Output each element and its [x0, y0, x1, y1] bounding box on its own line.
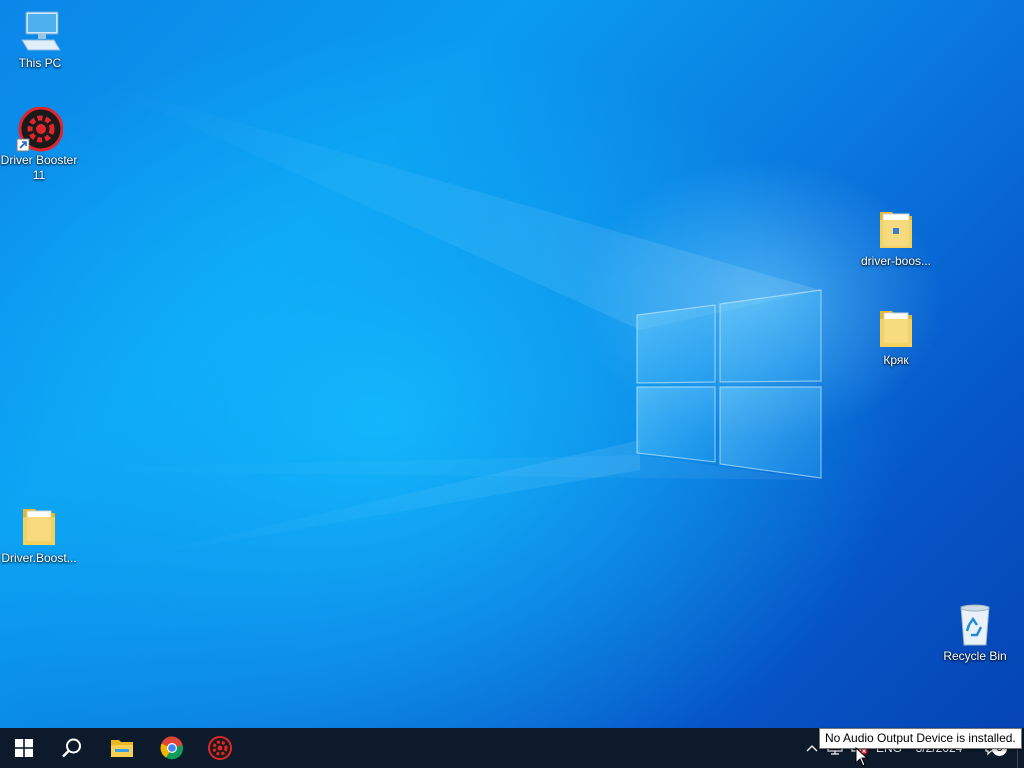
- desktop[interactable]: This PC Driver Booster 11 driver-boos...: [0, 0, 1024, 728]
- desktop-icon-kryak-folder[interactable]: Кряк: [856, 307, 936, 368]
- taskbar-driver-booster[interactable]: [196, 728, 244, 768]
- driver-booster-shortcut-icon: [15, 106, 64, 152]
- windows-logo-icon: [15, 739, 33, 757]
- folder-icon: [872, 208, 920, 252]
- desktop-icon-label: This PC: [18, 56, 62, 70]
- search-icon: [62, 738, 81, 758]
- file-explorer-icon: [111, 740, 133, 757]
- volume-tooltip: No Audio Output Device is installed.: [819, 728, 1022, 749]
- desktop-icon-driver-boost-folder[interactable]: Driver.Boost...: [0, 505, 79, 566]
- desktop-icon-label: Кряк: [883, 353, 909, 367]
- search-button[interactable]: [48, 728, 96, 768]
- desktop-icon-driver-booster[interactable]: Driver Booster 11: [0, 106, 79, 183]
- chevron-up-icon: [806, 745, 818, 752]
- desktop-icon-label: Driver.Boost...: [1, 551, 77, 565]
- folder-icon: [15, 505, 63, 549]
- this-pc-icon: [16, 10, 64, 54]
- desktop-icon-this-pc[interactable]: This PC: [0, 10, 80, 71]
- driver-booster-icon: [208, 736, 232, 760]
- chrome-icon: [160, 736, 184, 760]
- desktop-icon-label: Recycle Bin: [943, 649, 1007, 663]
- taskbar-file-explorer[interactable]: [98, 728, 146, 768]
- taskbar-chrome[interactable]: [148, 728, 196, 768]
- recycle-bin-icon: [951, 603, 999, 647]
- desktop-icon-driver-booster-folder[interactable]: driver-boos...: [856, 208, 936, 269]
- mouse-cursor-icon: [855, 747, 869, 767]
- start-button[interactable]: [0, 728, 48, 768]
- desktop-icon-recycle-bin[interactable]: Recycle Bin: [935, 603, 1015, 664]
- folder-icon: [872, 307, 920, 351]
- desktop-icon-label: driver-boos...: [860, 254, 932, 268]
- desktop-icon-label: Driver Booster 11: [0, 153, 78, 182]
